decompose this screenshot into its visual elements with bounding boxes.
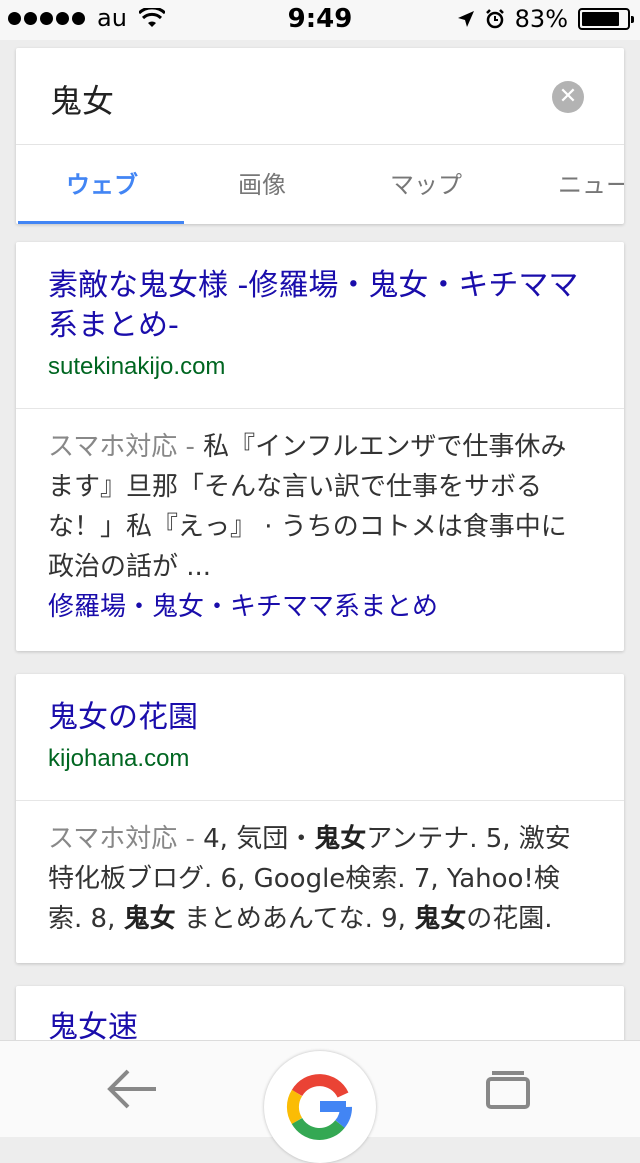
tab-maps[interactable]: マップ: [390, 145, 462, 224]
result-url: sutekinakijo.com: [48, 353, 226, 380]
result-snippet: スマホ対応 - 4, 気団・鬼女アンテナ. 5, 激安特化板ブログ. 6, Go…: [16, 801, 624, 963]
bottom-bar: [0, 1040, 640, 1163]
tab-images[interactable]: 画像: [238, 145, 286, 224]
snippet-part: の花園.: [466, 904, 553, 934]
google-home-button[interactable]: [264, 1051, 376, 1163]
snippet-part: まとめあんてな. 9,: [175, 904, 415, 934]
result-card: 素敵な鬼女様 -修羅場・鬼女・キチママ系まとめ- sutekinakijo.co…: [16, 242, 624, 651]
search-tabs: ウェブ 画像 マップ ニュー: [16, 145, 624, 224]
result-sublink[interactable]: 修羅場・鬼女・キチママ系まとめ: [48, 587, 592, 627]
close-circle-icon[interactable]: ✕: [552, 81, 584, 113]
result-title[interactable]: 鬼女の花園: [48, 698, 592, 738]
tab-news[interactable]: ニュー: [558, 145, 624, 224]
battery-icon: [578, 8, 634, 30]
result-card: 鬼女の花園 kijohana.com スマホ対応 - 4, 気団・鬼女アンテナ.…: [16, 674, 624, 963]
search-bar[interactable]: 鬼女 ✕: [16, 48, 624, 145]
back-arrow-icon[interactable]: [100, 1059, 164, 1119]
active-tab-indicator: [18, 221, 184, 224]
result-header[interactable]: 鬼女の花園 kijohana.com: [16, 674, 624, 801]
result-snippet: スマホ対応 - 私『インフルエンザで仕事休みます』旦那「そんな言い訳で仕事をサボ…: [16, 409, 624, 651]
mobile-tag: スマホ対応 -: [48, 432, 204, 462]
tabs-icon[interactable]: [480, 1061, 536, 1117]
snippet-highlight: 鬼女: [314, 824, 367, 854]
snippet-highlight: 鬼女: [123, 904, 176, 934]
status-right: 83%: [457, 5, 634, 33]
result-title[interactable]: 素敵な鬼女様 -修羅場・鬼女・キチママ系まとめ-: [48, 266, 592, 346]
alarm-icon: [485, 9, 504, 29]
battery-level: [582, 12, 619, 26]
mobile-tag: スマホ対応 -: [48, 824, 204, 854]
battery-percent: 83%: [514, 5, 568, 33]
snippet-highlight: 鬼女: [414, 904, 467, 934]
tab-web[interactable]: ウェブ: [66, 145, 138, 224]
status-bar: au 9:49 83%: [0, 0, 640, 40]
search-query[interactable]: 鬼女: [50, 76, 114, 122]
result-url: kijohana.com: [48, 745, 190, 772]
location-arrow-icon: [457, 11, 474, 27]
snippet-part: 4, 気団・: [203, 824, 315, 854]
google-g-icon: [286, 1074, 352, 1140]
result-header[interactable]: 素敵な鬼女様 -修羅場・鬼女・キチママ系まとめ- sutekinakijo.co…: [16, 242, 624, 409]
search-card: 鬼女 ✕ ウェブ 画像 マップ ニュー: [16, 48, 624, 224]
